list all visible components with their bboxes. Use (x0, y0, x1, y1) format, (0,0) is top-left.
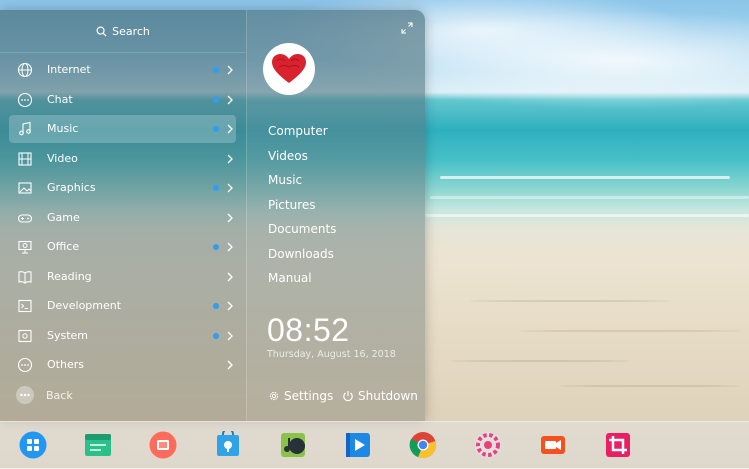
place-downloads[interactable]: Downloads (268, 247, 334, 261)
new-indicator-dot (213, 97, 219, 103)
category-system[interactable]: System (9, 322, 236, 350)
category-others[interactable]: Others (9, 351, 236, 379)
new-indicator-dot (213, 126, 219, 132)
more-icon (17, 357, 33, 373)
chevron-right-icon (227, 360, 233, 370)
new-indicator-dot (213, 244, 219, 250)
category-internet[interactable]: Internet (9, 56, 236, 84)
category-label: Graphics (47, 181, 96, 194)
new-indicator-dot (213, 333, 219, 339)
shutdown-button[interactable]: Shutdown (342, 389, 418, 403)
film-icon (18, 152, 32, 166)
category-label: Others (47, 358, 84, 371)
chevron-right-icon (227, 95, 233, 105)
category-chat[interactable]: Chat (9, 86, 236, 114)
file-manager-icon[interactable] (84, 431, 112, 459)
search-icon (96, 26, 107, 37)
dune (470, 300, 670, 302)
book-icon (18, 271, 32, 284)
chevron-right-icon (227, 154, 233, 164)
side-pane: Computer Videos Music Pictures Documents… (246, 10, 425, 421)
start-menu: Search Internet Chat Music Video Graphic… (0, 10, 425, 421)
system-icon (18, 329, 32, 343)
power-icon (343, 391, 353, 402)
chevron-right-icon (227, 331, 233, 341)
app-store-icon[interactable] (214, 431, 242, 459)
chevron-right-icon (227, 301, 233, 311)
search-placeholder: Search (112, 24, 150, 38)
category-label: Reading (47, 270, 92, 283)
chevron-right-icon (227, 272, 233, 282)
category-label: Chat (47, 93, 73, 106)
place-manual[interactable]: Manual (268, 271, 312, 285)
chat-bubble-icon (17, 92, 33, 108)
new-indicator-dot (213, 303, 219, 309)
new-indicator-dot (213, 185, 219, 191)
dune (520, 330, 740, 332)
chevron-right-icon (227, 242, 233, 252)
presentation-icon (18, 240, 32, 254)
category-game[interactable]: Game (9, 204, 236, 232)
chevron-right-icon (227, 65, 233, 75)
category-label: Music (47, 122, 79, 135)
launcher-icon[interactable] (19, 431, 47, 459)
gamepad-icon (17, 214, 33, 223)
back-button[interactable]: Back (9, 384, 73, 406)
settings-button[interactable]: Settings (268, 389, 333, 403)
new-indicator-dot (213, 67, 219, 73)
chevron-right-icon (227, 213, 233, 223)
category-video[interactable]: Video (9, 145, 236, 173)
gear-icon (269, 391, 279, 401)
dune (450, 360, 630, 362)
image-icon (18, 182, 32, 194)
place-pictures[interactable]: Pictures (268, 198, 316, 212)
category-label: System (47, 329, 89, 342)
fullscreen-icon[interactable] (401, 22, 413, 34)
category-graphics[interactable]: Graphics (9, 174, 236, 202)
chevron-right-icon (227, 124, 233, 134)
place-videos[interactable]: Videos (268, 149, 308, 163)
category-reading[interactable]: Reading (9, 263, 236, 291)
dock (0, 421, 749, 469)
clock-time: 08:52 (267, 312, 350, 348)
place-documents[interactable]: Documents (268, 222, 336, 236)
music-player-icon[interactable] (279, 431, 307, 459)
movie-player-icon[interactable] (344, 431, 372, 459)
globe-icon (17, 62, 33, 78)
chevron-right-icon (227, 183, 233, 193)
back-label: Back (46, 388, 73, 402)
category-music[interactable]: Music (9, 115, 236, 143)
dune (560, 385, 740, 387)
category-label: Office (47, 240, 80, 253)
category-label: Internet (47, 63, 91, 76)
category-label: Development (47, 299, 122, 312)
category-label: Game (47, 211, 80, 224)
category-development[interactable]: Development (9, 292, 236, 320)
music-note-icon (19, 121, 31, 136)
place-music[interactable]: Music (268, 173, 302, 187)
category-office[interactable]: Office (9, 233, 236, 261)
category-label: Video (47, 152, 78, 165)
search-box[interactable]: Search (0, 10, 246, 53)
system-settings-icon[interactable] (474, 431, 502, 459)
category-pane: Search Internet Chat Music Video Graphic… (0, 10, 246, 421)
user-avatar[interactable] (263, 43, 315, 95)
heart-icon (272, 54, 306, 83)
screenshot-icon[interactable] (604, 431, 632, 459)
back-icon (16, 386, 34, 404)
clock-date: Thursday, August 16, 2018 (267, 349, 396, 360)
settings-label: Settings (284, 389, 334, 403)
video-recorder-icon[interactable] (149, 431, 177, 459)
wave (430, 196, 749, 199)
wave (440, 176, 730, 179)
terminal-icon (18, 299, 32, 313)
shutdown-label: Shutdown (358, 389, 418, 403)
wave (425, 214, 749, 217)
chrome-icon[interactable] (409, 431, 437, 459)
screen-recorder-icon[interactable] (539, 431, 567, 459)
place-computer[interactable]: Computer (268, 124, 328, 138)
